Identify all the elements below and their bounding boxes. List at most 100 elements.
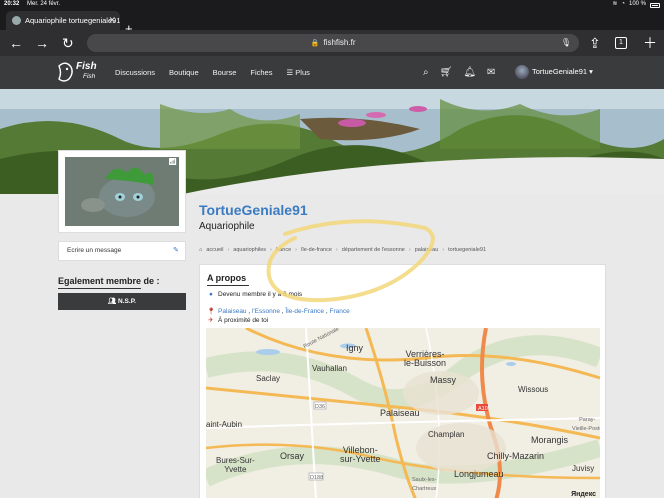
member-of-title: Egalement membre de : bbox=[58, 276, 160, 286]
proximity-row: ✈ À proximité de toi bbox=[207, 316, 268, 324]
bell-icon[interactable]: 🔔︎ bbox=[463, 56, 476, 89]
mail-icon[interactable]: ✉ bbox=[487, 56, 495, 89]
map-label-igny: Igny bbox=[346, 343, 364, 353]
map-label-saclay: Saclay bbox=[256, 374, 281, 383]
microphone-icon[interactable]: 🎙 bbox=[561, 34, 571, 52]
breadcrumb-separator: › bbox=[335, 247, 338, 253]
map-label-longjumeau: Longjumeau bbox=[454, 469, 504, 479]
map-label-palaiseau: Palaiseau bbox=[380, 408, 420, 418]
menu-boutique[interactable]: Boutique bbox=[169, 56, 199, 89]
back-arrow-icon[interactable]: ← bbox=[9, 33, 23, 53]
breadcrumb-item[interactable]: accueil bbox=[206, 247, 223, 253]
map-label-champlan: Champlan bbox=[428, 430, 465, 439]
nav-icons: ⌕ 🛒︎ 🔔︎ ✉ bbox=[423, 56, 495, 89]
map-label-aubin: aint-Aubin bbox=[206, 420, 243, 429]
location-link[interactable]: Île-de-France bbox=[285, 308, 324, 315]
pencil-icon: ✎ bbox=[173, 247, 179, 254]
site-logo[interactable]: Fish Fish bbox=[56, 60, 102, 86]
screen: 20:32 Mer. 24 févr. ≋ ◔ 100 % Aquariophi… bbox=[0, 0, 664, 498]
lock-icon: 🔒 bbox=[310, 40, 320, 47]
breadcrumb: ⌂ accueil › aquariophiles › france › île-de… bbox=[199, 247, 486, 253]
map-label-chilly: Chilly-Mazarin bbox=[487, 451, 545, 461]
user-menu-name: TortueGeniale91 bbox=[532, 67, 588, 76]
map-label-massy: Massy bbox=[430, 375, 457, 385]
status-bar: 20:32 Mer. 24 févr. ≋ ◔ 100 % bbox=[0, 0, 664, 9]
tab-title: Aquariophile tortuegeniale91 bbox=[25, 16, 120, 25]
breadcrumb-item[interactable]: île-de-france bbox=[301, 247, 332, 253]
about-panel: A propos ● Devenu membre il y à 6 mois 📍︎… bbox=[199, 264, 606, 498]
menu-fiches[interactable]: Fiches bbox=[250, 56, 272, 89]
menu-bourse[interactable]: Bourse bbox=[213, 56, 237, 89]
profile-name: TortueGeniale91 bbox=[199, 202, 308, 218]
share-icon[interactable]: ⇪ bbox=[589, 33, 601, 53]
lock-rotation-icon: ◔ bbox=[621, 1, 625, 7]
group-button[interactable]: 👥︎ N.S.P. bbox=[58, 293, 186, 310]
map-label-juvisy: Juvisy bbox=[572, 464, 595, 473]
group-label: N.S.P. bbox=[118, 298, 136, 305]
home-icon: ⌂ bbox=[199, 247, 203, 253]
menu-plus[interactable]: ☰ Plus bbox=[286, 56, 309, 89]
breadcrumb-item[interactable]: département de l'essonne bbox=[342, 247, 405, 253]
location-row: 📍︎ Palaiseau , l'Essonne , Île-de-France … bbox=[207, 308, 350, 315]
address-bar: ← → ↻ 🔒 fishfish.fr 🎙 ⇪ 1 ＋ bbox=[0, 30, 664, 56]
location-link[interactable]: l'Essonne bbox=[252, 308, 280, 315]
location-map[interactable]: Route Nationale Igny Verrières- le-Buiss… bbox=[206, 328, 600, 498]
avatar bbox=[515, 65, 529, 79]
map-label-verrieres: Verrières- le-Buisson bbox=[404, 349, 447, 368]
search-icon[interactable]: ⌕ bbox=[423, 56, 429, 89]
plane-icon: ✈ bbox=[208, 317, 214, 324]
turtle-photo bbox=[65, 157, 179, 226]
breadcrumb-separator: › bbox=[295, 247, 297, 253]
membership-text: Devenu membre il y à 6 mois bbox=[218, 291, 303, 298]
chevron-down-icon: ▾ bbox=[589, 67, 593, 76]
map-label-orsay: Orsay bbox=[280, 451, 305, 461]
breadcrumb-separator: › bbox=[408, 247, 411, 253]
info-icon: ● bbox=[209, 291, 213, 298]
reload-icon[interactable]: ↻ bbox=[62, 33, 74, 53]
membership-row: ● Devenu membre il y à 6 mois bbox=[207, 291, 302, 298]
logo-text-2: Fish bbox=[83, 73, 96, 80]
map-label-d36: D36 bbox=[315, 404, 326, 410]
menu-discussions[interactable]: Discussions bbox=[115, 56, 155, 89]
map-label-vauhallan: Vauhallan bbox=[312, 364, 347, 373]
location-link[interactable]: Palaiseau bbox=[218, 308, 247, 315]
breadcrumb-separator: › bbox=[270, 247, 272, 253]
map-attribution: Яндекс bbox=[571, 491, 596, 498]
browser-tab[interactable]: Aquariophile tortuegeniale91 ✕ bbox=[6, 11, 120, 30]
map-label-bures: Bures-Sur- Yvette bbox=[216, 456, 255, 474]
map-label-wissous: Wissous bbox=[518, 385, 549, 394]
profile-picture[interactable]: 📶︎ bbox=[58, 150, 186, 233]
status-time: 20:32 bbox=[4, 1, 20, 7]
map-label-villebon: Villebon- sur-Yvette bbox=[340, 445, 381, 464]
profile-photo bbox=[65, 157, 179, 226]
write-message-label: Ecrire un message bbox=[67, 247, 122, 254]
status-right: ≋ ◔ 100 % bbox=[612, 0, 660, 9]
map-label-paray: Paray- Vieille-Poste bbox=[572, 417, 600, 432]
member-of-underline bbox=[58, 288, 141, 289]
favicon-icon bbox=[12, 16, 21, 25]
proximity-text: À proximité de toi bbox=[218, 317, 269, 324]
site-nav: Fish Fish Discussions Boutique Bourse Fi… bbox=[0, 56, 664, 89]
tab-count-button[interactable]: 1 bbox=[615, 37, 627, 49]
breadcrumb-item[interactable]: aquariophiles bbox=[233, 247, 266, 253]
breadcrumb-item[interactable]: tortuegeniale91 bbox=[448, 247, 486, 253]
forward-arrow-icon[interactable]: → bbox=[35, 33, 49, 53]
user-menu[interactable]: TortueGeniale91 ▾ bbox=[515, 65, 593, 79]
map-label-d188: D188 bbox=[310, 475, 324, 481]
close-tab-icon[interactable]: ✕ bbox=[108, 11, 116, 30]
write-message-button[interactable]: Ecrire un message ✎ bbox=[58, 241, 186, 261]
logo-text-1: Fish bbox=[76, 61, 97, 72]
online-status-icon: 📶︎ bbox=[168, 159, 177, 166]
about-title: A propos bbox=[207, 273, 247, 283]
location-link[interactable]: France bbox=[329, 308, 349, 315]
breadcrumb-item[interactable]: palaiseau bbox=[415, 247, 439, 253]
map-label-saulx: Saulx-les- Chartreux bbox=[412, 477, 437, 492]
cart-icon[interactable]: 🛒︎ bbox=[440, 56, 453, 89]
about-underline bbox=[207, 285, 249, 286]
add-tab-icon[interactable]: ＋ bbox=[643, 33, 657, 53]
breadcrumb-item[interactable]: france bbox=[276, 247, 291, 253]
status-date: Mer. 24 févr. bbox=[27, 1, 61, 7]
group-icon: 👥︎ bbox=[107, 298, 119, 305]
url-field[interactable]: 🔒 fishfish.fr 🎙 bbox=[87, 34, 579, 52]
battery-icon bbox=[650, 3, 660, 8]
